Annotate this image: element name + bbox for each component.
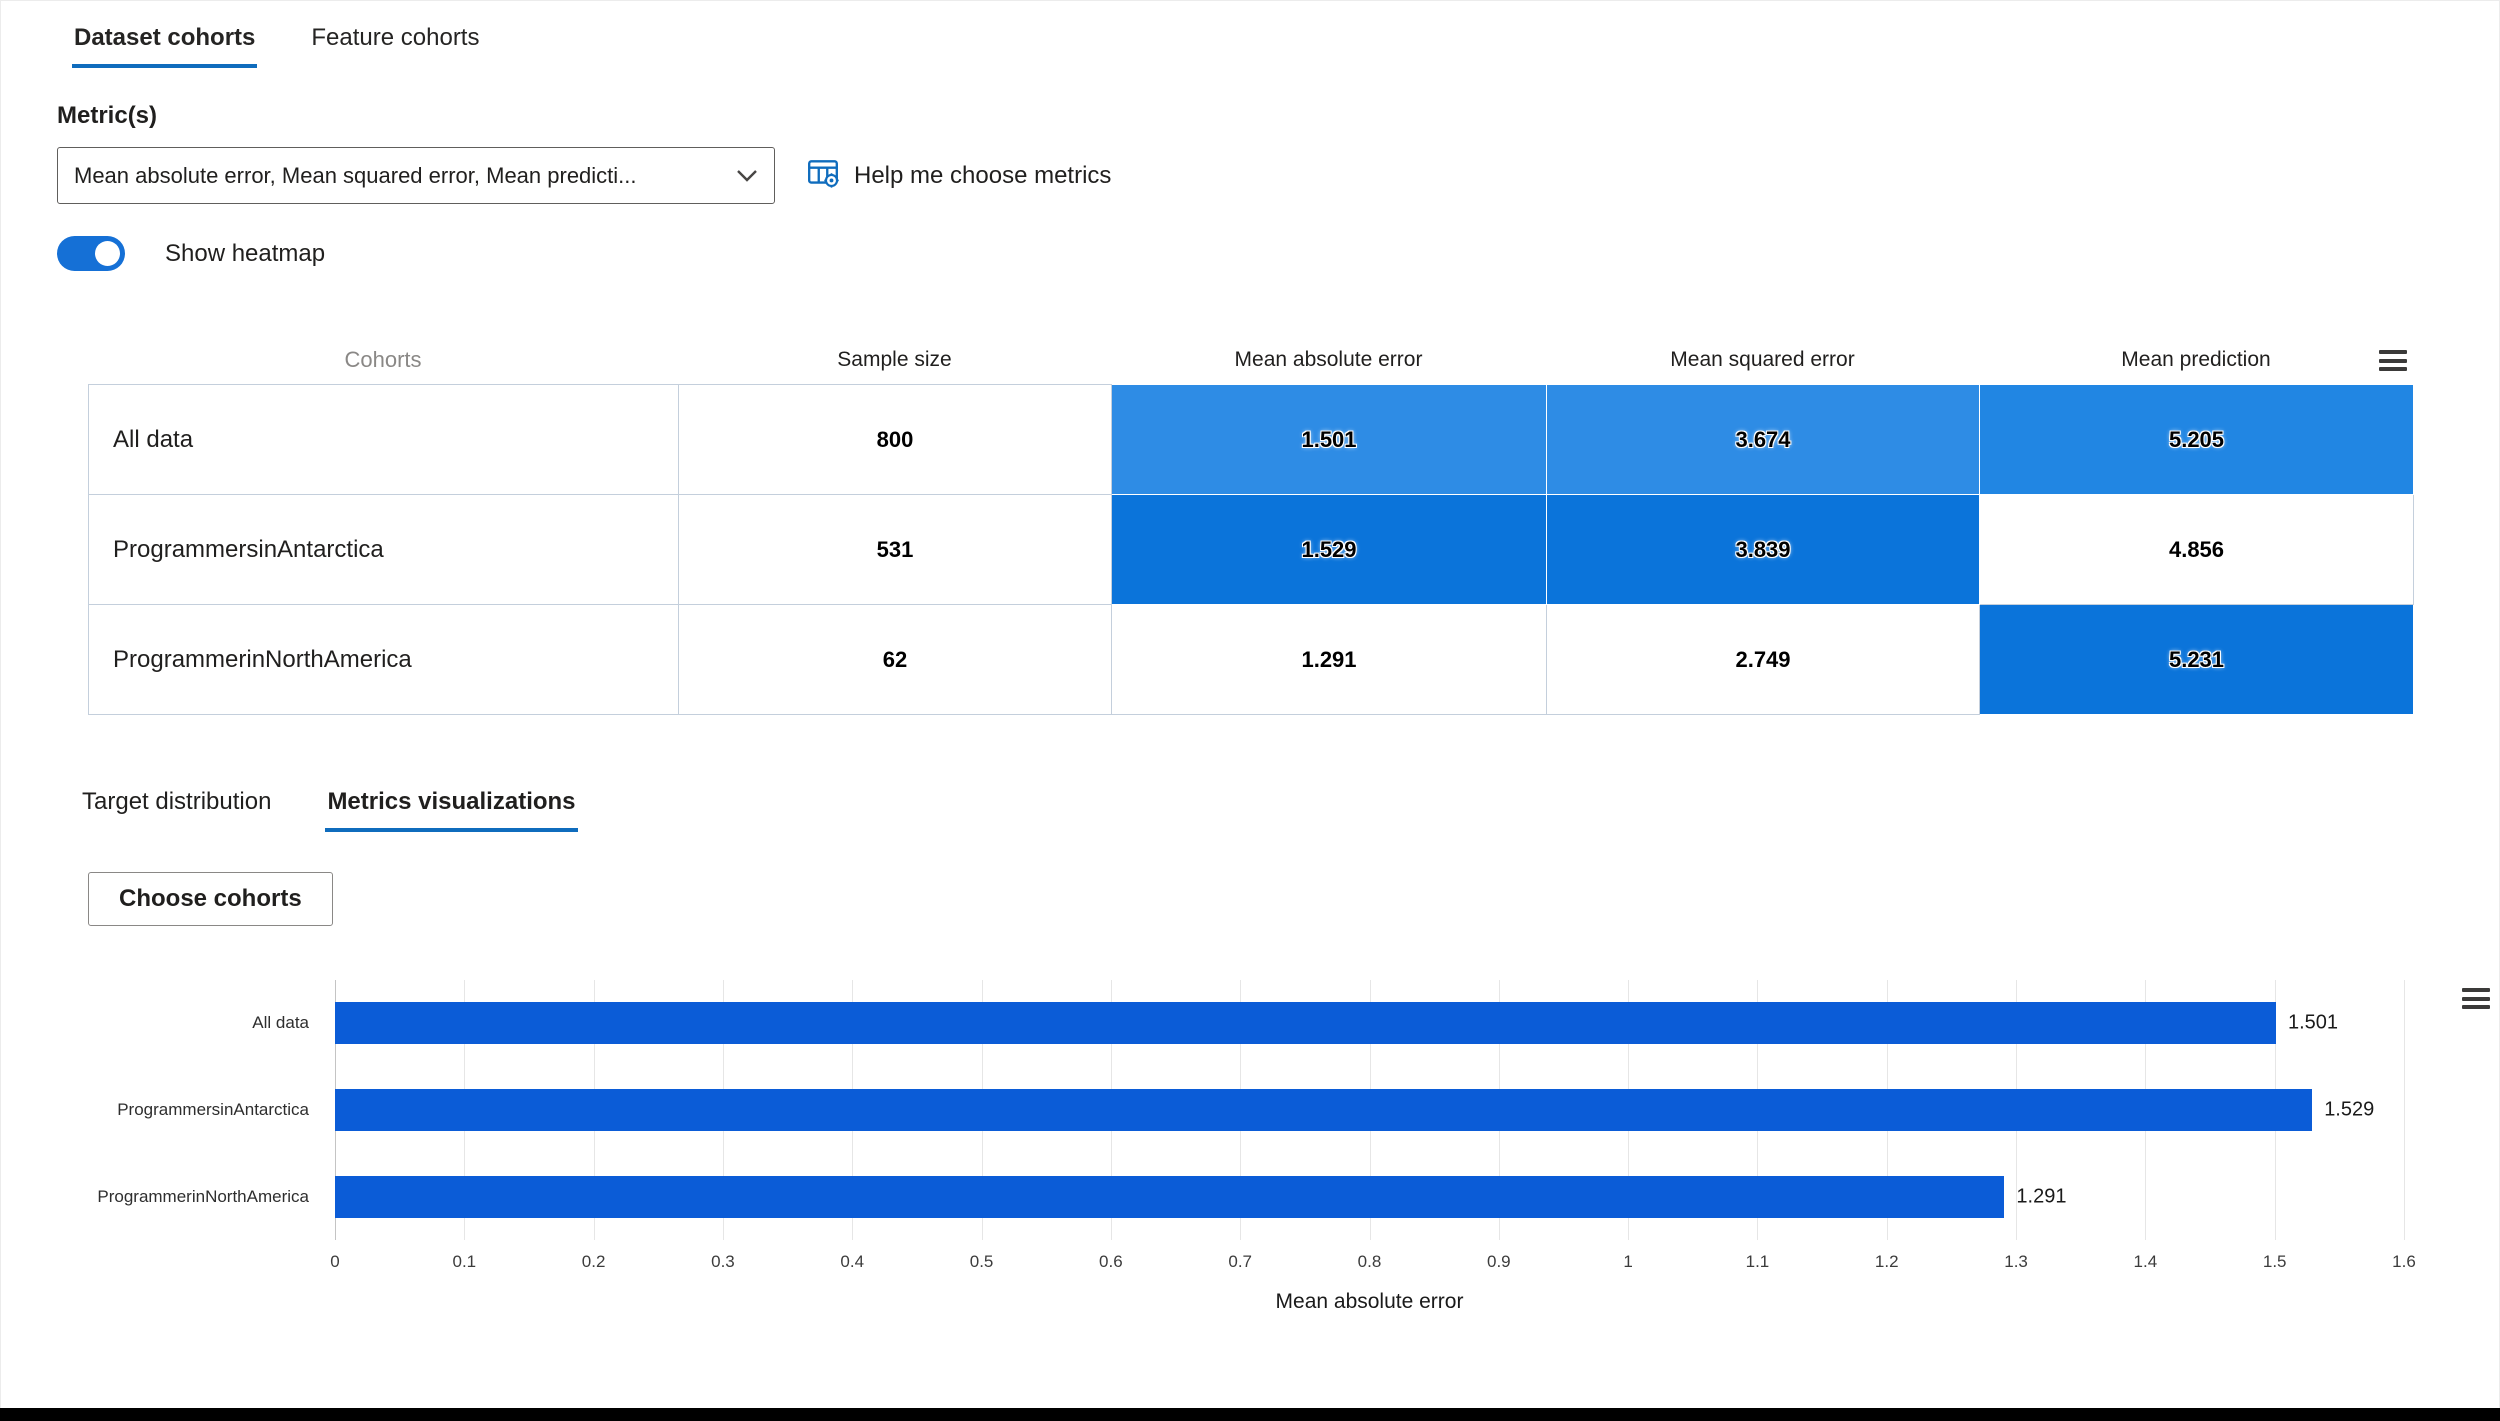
x-tick-label: 1 (1623, 1252, 1633, 1271)
x-tick-label: 0.9 (1486, 1252, 1511, 1271)
x-tick-label: 0.4 (840, 1252, 865, 1271)
x-tick-label: 1.2 (1874, 1252, 1899, 1271)
metric-value-cell: 5.205 (1979, 384, 2414, 495)
table-row: All data 800 1.501 3.674 5.205 (88, 384, 2414, 495)
metric-value-cell: 1.291 (1111, 604, 1547, 715)
chevron-down-icon (736, 169, 758, 183)
chart-category-label: ProgrammersinAntarctica (117, 1100, 309, 1119)
x-tick-label: 0.8 (1357, 1252, 1382, 1271)
chart-x-axis-title: Mean absolute error (1275, 1290, 1464, 1313)
metric-value-cell: 5.231 (1979, 604, 2414, 715)
x-tick-label: 1.4 (2133, 1252, 2158, 1271)
x-tick-label: 0.5 (969, 1252, 994, 1271)
show-heatmap-row: Show heatmap (57, 236, 325, 271)
show-heatmap-label: Show heatmap (165, 239, 326, 267)
cohort-name-cell: ProgrammerinNorthAmerica (88, 604, 679, 715)
tab-dataset-cohorts[interactable]: Dataset cohorts (72, 20, 258, 68)
cohort-tabs: Dataset cohorts Feature cohorts (72, 20, 481, 68)
chart-plot-area: 1.501 1.529 1.291 (335, 980, 2405, 1240)
tab-metrics-visualizations[interactable]: Metrics visualizations (325, 784, 578, 832)
column-header-mean-squared-error: Mean squared error (1670, 348, 1855, 371)
bar[interactable] (335, 1089, 2313, 1131)
metric-value-cell: 3.839 (1546, 494, 1980, 605)
footer-bar (0, 1408, 2500, 1421)
chart-category-label: All data (252, 1013, 309, 1033)
help-label: Help me choose metrics (854, 161, 1112, 189)
help-me-choose-metrics-link[interactable]: Help me choose metrics (806, 147, 1111, 204)
x-tick-label: 1.6 (2392, 1252, 2416, 1271)
show-heatmap-toggle[interactable] (57, 236, 125, 271)
table-row: ProgrammersinAntarctica 531 1.529 3.839 4.85… (88, 494, 2414, 605)
metric-value-cell: 1.501 (1111, 384, 1547, 495)
toggle-knob (95, 241, 120, 266)
chart-x-axis: 0 0.1 0.2 0.3 0.4 0.5 0.6 0.7 0.8 0.9 1 1.1 1.2 1.3 1.… (330, 1252, 2416, 1276)
model-overview-page: Dataset cohorts Feature cohorts Metric(s… (0, 0, 2500, 1421)
x-tick-label: 0 (330, 1252, 340, 1271)
metrics-help-icon (806, 156, 840, 195)
bar-value-label: 1.291 (2016, 1185, 2067, 1208)
x-tick-label: 0.1 (452, 1252, 477, 1271)
heatmap-grid: All data 800 1.501 3.674 5.205 ProgrammersinA… (88, 384, 2414, 715)
bar-value-label: 1.501 (2287, 1011, 2339, 1034)
column-header-cohorts: Cohorts (344, 347, 422, 372)
metric-value-cell: 1.529 (1111, 494, 1547, 605)
metrics-label: Metric(s) (57, 102, 158, 129)
x-tick-label: 0.7 (1228, 1252, 1253, 1271)
cohort-metrics-table: Cohorts Sample size Mean absolute error … (88, 336, 2414, 715)
bar[interactable] (335, 1002, 2276, 1045)
bar[interactable] (335, 1175, 2005, 1218)
chart-category-label: ProgrammerinNorthAmerica (97, 1186, 309, 1206)
sample-size-cell: 62 (678, 604, 1112, 715)
table-row: ProgrammerinNorthAmerica 62 1.291 2.749 5.23… (88, 604, 2414, 715)
column-header-mean-prediction: Mean prediction (2121, 348, 2271, 371)
metric-value-cell: 2.749 (1546, 604, 1980, 715)
table-menu-icon[interactable] (2379, 350, 2407, 371)
x-tick-label: 0.3 (711, 1252, 735, 1271)
metrics-dropdown[interactable]: Mean absolute error, Mean squared error,… (57, 147, 775, 204)
chart-category-axis: All data ProgrammersinAntarctica Programme… (88, 980, 335, 1240)
x-tick-label: 1.5 (2262, 1252, 2287, 1271)
cohort-name-cell: All data (88, 384, 679, 495)
choose-cohorts-button[interactable]: Choose cohorts (88, 872, 333, 926)
metrics-bar-chart: All data ProgrammersinAntarctica Programme… (88, 980, 2490, 1330)
sample-size-cell: 531 (678, 494, 1112, 605)
table-header-row: Cohorts Sample size Mean absolute error … (88, 336, 2413, 384)
column-header-sample-size: Sample size (837, 348, 952, 371)
visualization-tabs: Target distribution Metrics visualizatio… (80, 784, 578, 832)
metrics-dropdown-value: Mean absolute error, Mean squared error,… (74, 162, 637, 188)
column-header-mean-absolute-error: Mean absolute error (1234, 348, 1423, 371)
sample-size-cell: 800 (678, 384, 1112, 495)
chart-menu-icon[interactable] (2462, 988, 2490, 1009)
tab-target-distribution[interactable]: Target distribution (80, 784, 273, 832)
bar-value-label: 1.529 (2324, 1098, 2375, 1121)
cohort-name-cell: ProgrammersinAntarctica (88, 494, 679, 605)
x-tick-label: 1.3 (2004, 1252, 2028, 1271)
tab-feature-cohorts[interactable]: Feature cohorts (309, 20, 481, 68)
x-tick-label: 0.2 (581, 1252, 606, 1271)
metric-value-cell: 4.856 (1979, 494, 2414, 605)
x-tick-label: 1.1 (1745, 1252, 1770, 1271)
x-tick-label: 0.6 (1099, 1252, 1123, 1271)
metric-value-cell: 3.674 (1546, 384, 1980, 495)
gridline (2404, 980, 2405, 1240)
